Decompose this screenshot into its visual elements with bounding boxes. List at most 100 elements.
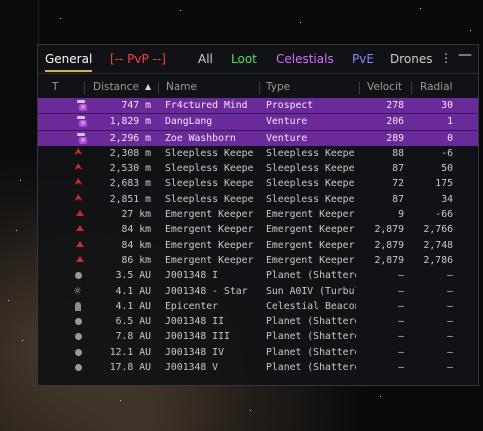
cell-type: Prospect bbox=[266, 100, 314, 111]
cell-distance: 4.1 AU bbox=[115, 300, 151, 312]
table-row[interactable]: ☺ 2,296 m Zoe Washborn Venture 289 0 bbox=[38, 130, 478, 146]
star bbox=[120, 400, 121, 401]
column-type[interactable]: Type bbox=[266, 81, 290, 93]
cell-radial: – bbox=[447, 316, 453, 328]
cell-type: Planet (Shattere bbox=[266, 346, 356, 358]
cell-velocity: – bbox=[398, 346, 404, 358]
star bbox=[250, 410, 251, 411]
cell-type: Celestial Beacon bbox=[266, 300, 356, 312]
cell-type: Sun A0IV (Turbul bbox=[266, 285, 356, 297]
table-row[interactable]: 4.1 AU Epicenter Celestial Beacon – – bbox=[38, 299, 478, 314]
cell-name: J001348 V bbox=[165, 362, 219, 374]
table-row[interactable]: 17.8 AU J001348 V Planet (Shattere – – bbox=[38, 360, 478, 375]
cell-distance: 84 km bbox=[121, 239, 152, 251]
star bbox=[60, 18, 61, 19]
column-velocity[interactable]: Velocit bbox=[367, 81, 402, 93]
cell-radial: – bbox=[447, 362, 453, 374]
column-divider[interactable] bbox=[359, 82, 360, 94]
cell-radial: – bbox=[447, 346, 453, 358]
cell-radial: – bbox=[447, 300, 453, 312]
table-row[interactable]: 12.1 AU J001348 IV Planet (Shattere – – bbox=[38, 345, 478, 360]
tab-all[interactable]: All bbox=[198, 52, 213, 66]
column-radial[interactable]: Radial bbox=[420, 81, 452, 93]
cell-type: Venture bbox=[266, 132, 308, 144]
star bbox=[16, 230, 17, 231]
cell-type: Sleepless Keepe bbox=[266, 178, 355, 190]
cell-distance: 2,308 m bbox=[109, 147, 151, 159]
cell-distance: 747 m bbox=[121, 100, 152, 111]
column-divider[interactable] bbox=[84, 82, 85, 94]
cell-distance: 1,829 m bbox=[109, 116, 151, 128]
cell-type: Emergent Keeper bbox=[266, 254, 355, 266]
cell-velocity: – bbox=[398, 362, 404, 374]
table-row[interactable]: ☺ 747 m Fr4ctured Mind Prospect 278 30 bbox=[38, 98, 478, 115]
cell-type: Emergent Keeper bbox=[266, 224, 355, 236]
cell-distance: 7.8 AU bbox=[115, 331, 151, 343]
cell-velocity: 9 bbox=[398, 209, 404, 221]
side-panel bbox=[0, 0, 39, 160]
cell-radial: 2,748 bbox=[423, 239, 454, 251]
cell-velocity: 2,879 bbox=[374, 224, 405, 236]
cell-velocity: – bbox=[398, 300, 404, 312]
cell-name: Emergent Keeper bbox=[165, 209, 254, 221]
sort-ascending-icon: ▲ bbox=[145, 82, 152, 91]
cell-distance: 84 km bbox=[121, 224, 152, 236]
column-divider[interactable] bbox=[411, 82, 412, 94]
table-row[interactable]: ⮝ 2,530 m Sleepless Keepe Sleepless Keepe 87… bbox=[38, 161, 478, 176]
tab-drones[interactable]: Drones bbox=[390, 52, 433, 66]
cell-radial: 50 bbox=[441, 163, 453, 175]
overview-window[interactable]: General [-- PvP --] All Loot Celestials … bbox=[37, 44, 479, 386]
star bbox=[380, 396, 381, 397]
cell-name: Emergent Keeper bbox=[165, 224, 254, 236]
table-row[interactable]: 7.8 AU J001348 III Planet (Shattere – – bbox=[38, 329, 478, 344]
column-divider[interactable] bbox=[259, 82, 260, 94]
tab-loot[interactable]: Loot bbox=[231, 52, 257, 66]
tab-pvp[interactable]: [-- PvP --] bbox=[110, 52, 166, 66]
table-row[interactable]: 84 km Emergent Keeper Emergent Keeper 2,879… bbox=[38, 238, 478, 253]
cell-radial: 175 bbox=[435, 178, 453, 190]
cell-name: Zoe Washborn bbox=[165, 132, 236, 144]
more-menu-icon[interactable]: ⋮ bbox=[440, 51, 452, 65]
cell-velocity: 2,879 bbox=[374, 239, 405, 251]
cell-name: Emergent Keeper bbox=[165, 239, 254, 251]
column-divider[interactable] bbox=[158, 82, 159, 94]
table-row[interactable]: ☼ 4.1 AU J001348 - Star Sun A0IV (Turbul – – bbox=[38, 284, 478, 299]
cell-distance: 27 km bbox=[121, 209, 152, 221]
cell-type: Sleepless Keepe bbox=[266, 193, 355, 205]
table-row[interactable]: 6.5 AU J001348 II Planet (Shattere – – bbox=[38, 314, 478, 329]
table-row[interactable]: ⮝ 2,851 m Sleepless Keepe Sleepless Keepe 87… bbox=[38, 192, 478, 207]
tab-pve[interactable]: PvE bbox=[352, 52, 374, 66]
column-name[interactable]: Name bbox=[166, 81, 197, 93]
star bbox=[470, 30, 471, 31]
cell-type: Planet (Shattere bbox=[266, 331, 356, 343]
cell-velocity: – bbox=[398, 331, 404, 343]
column-type-icon[interactable]: T bbox=[52, 81, 58, 93]
minimize-icon[interactable]: — bbox=[458, 47, 472, 63]
cell-name: Sleepless Keepe bbox=[165, 193, 254, 205]
cell-radial: 1 bbox=[447, 116, 453, 128]
cell-radial: 2,786 bbox=[423, 254, 454, 266]
table-row[interactable]: ⮝ 2,308 m Sleepless Keepe Sleepless Keepe 88… bbox=[38, 146, 478, 161]
star bbox=[420, 8, 421, 9]
cell-name: J001348 III bbox=[165, 331, 230, 343]
table-row[interactable]: 3.5 AU J001348 I Planet (Shattere – – bbox=[38, 268, 478, 283]
table-row[interactable]: 86 km Emergent Keeper Emergent Keeper 2,879… bbox=[38, 253, 478, 268]
cell-radial: 34 bbox=[441, 193, 453, 205]
cell-type: Planet (Shattere bbox=[266, 316, 356, 328]
cell-radial: – bbox=[447, 331, 453, 343]
table-row[interactable]: 27 km Emergent Keeper Emergent Keeper 9 -66 bbox=[38, 207, 478, 222]
cell-radial: 30 bbox=[441, 100, 453, 111]
tab-general[interactable]: General bbox=[45, 52, 93, 72]
tab-celestials[interactable]: Celestials bbox=[276, 52, 334, 66]
star bbox=[20, 180, 21, 181]
overview-table: ☺ 747 m Fr4ctured Mind Prospect 278 30 ☺ 1,829 … bbox=[38, 98, 478, 375]
table-row[interactable]: 84 km Emergent Keeper Emergent Keeper 2,879… bbox=[38, 222, 478, 237]
cell-type: Emergent Keeper bbox=[266, 239, 355, 251]
table-row[interactable]: ⮝ 2,683 m Sleepless Keepe Sleepless Keepe 72… bbox=[38, 176, 478, 191]
table-row[interactable]: ☺ 1,829 m DangLang Venture 206 1 bbox=[38, 114, 478, 131]
cell-name: Sleepless Keepe bbox=[165, 147, 254, 159]
star bbox=[22, 340, 23, 341]
cell-distance: 86 km bbox=[121, 254, 152, 266]
cell-name: Emergent Keeper bbox=[165, 254, 254, 266]
column-distance[interactable]: Distance bbox=[93, 81, 139, 93]
